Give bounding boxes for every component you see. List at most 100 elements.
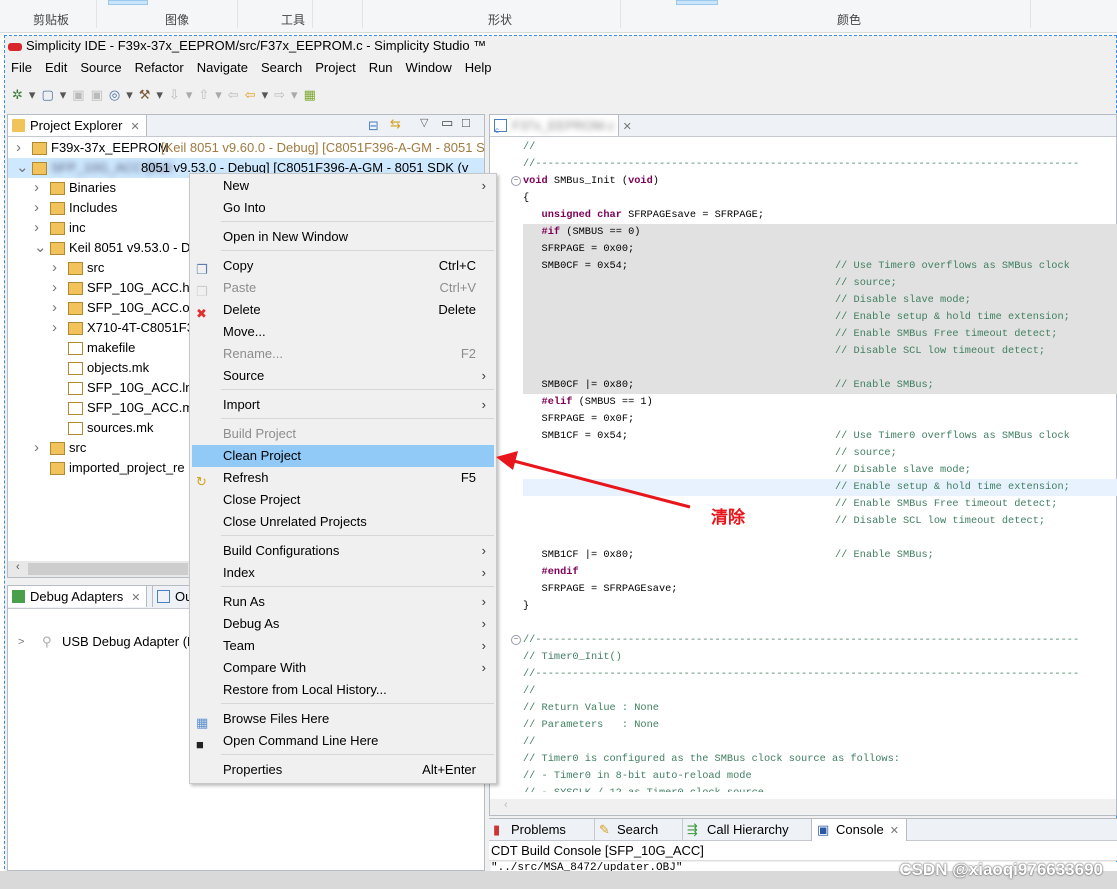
collapse-all-icon[interactable]: ⊟ — [368, 118, 379, 134]
tab-debug-adapters[interactable]: Debug Adapters ✕ — [7, 585, 148, 607]
menu-item-properties[interactable]: Properties Alt+Enter — [192, 759, 494, 781]
save-all-icon[interactable]: ▣ — [91, 87, 103, 103]
fold-toggle-icon[interactable]: − — [511, 176, 521, 186]
tab-call-hierarchy[interactable]: ⇶ Call Hierarchy — [682, 819, 811, 841]
code-line: // Timer0_Init() — [491, 649, 1117, 666]
menu-item-index[interactable]: Index › — [192, 562, 494, 584]
new-file-icon[interactable]: ▢ — [41, 87, 53, 103]
editor-horizontal-scrollbar[interactable]: ‹ — [490, 799, 1116, 815]
maximize-icon[interactable]: □ — [462, 115, 470, 130]
menu-item-restore-from-local-history[interactable]: Restore from Local History... — [192, 679, 494, 701]
menu-item-clean-project[interactable]: Clean Project — [192, 445, 494, 467]
expand-icon[interactable]: › — [52, 278, 64, 298]
dropdown-icon[interactable]: ▾ — [291, 87, 298, 103]
menu-item-close-project[interactable]: Close Project — [192, 489, 494, 511]
menu-item-open-command-line-here[interactable]: ■ Open Command Line Here — [192, 730, 494, 752]
tab-search[interactable]: ✎ Search — [594, 819, 682, 841]
collapse-icon[interactable]: ⌄ — [16, 158, 29, 178]
menu-project[interactable]: Project — [315, 60, 355, 75]
code-text: void SMBus_Init (void) — [523, 175, 659, 187]
menu-item-delete[interactable]: ✖ Delete Delete — [192, 299, 494, 321]
tab-editor-file[interactable]: c F37x_EEPROM.c ✕ — [489, 114, 632, 136]
tree-item[interactable]: › F39x-37x_EEPROM [Keil 8051 v9.60.0 - De… — [8, 138, 485, 158]
ribbon-color-swatch[interactable] — [676, 0, 718, 5]
menu-item-browse-files-here[interactable]: ▦ Browse Files Here — [192, 708, 494, 730]
minimize-icon[interactable]: ▭ — [441, 115, 453, 131]
close-icon[interactable]: ✕ — [131, 592, 140, 604]
expand-icon[interactable]: › — [34, 178, 46, 198]
link-editor-icon[interactable]: ⇆ — [390, 116, 401, 132]
menu-item-run-as[interactable]: Run As › — [192, 591, 494, 613]
expand-icon[interactable]: › — [52, 258, 64, 278]
menu-item-source[interactable]: Source › — [192, 365, 494, 387]
menu-file[interactable]: File — [11, 60, 32, 75]
close-icon[interactable]: ✕ — [623, 121, 632, 133]
menu-item-copy[interactable]: ❐ Copy Ctrl+C — [192, 255, 494, 277]
menu-edit[interactable]: Edit — [45, 60, 67, 75]
expand-icon[interactable]: › — [34, 218, 46, 238]
prev-annotation-icon[interactable]: ⇧ — [198, 87, 209, 103]
expand-icon[interactable]: > — [18, 632, 30, 652]
menu-item-move[interactable]: Move... — [192, 321, 494, 343]
expand-icon[interactable]: › — [52, 318, 64, 338]
code-text: { — [523, 192, 530, 204]
dropdown-icon[interactable]: ▾ — [29, 87, 36, 103]
menu-item-build-project[interactable]: Build Project — [192, 423, 494, 445]
ribbon-group-image: 图像 — [165, 13, 190, 27]
last-edit-icon[interactable]: ⇦ — [228, 87, 239, 103]
menu-item-paste[interactable]: ❐ Paste Ctrl+V — [192, 277, 494, 299]
menu-item-shortcut: Delete — [438, 302, 476, 317]
close-icon[interactable]: ✕ — [130, 121, 139, 133]
menu-refactor[interactable]: Refactor — [135, 60, 184, 75]
expand-icon[interactable]: › — [52, 298, 64, 318]
save-icon[interactable]: ▣ — [72, 87, 84, 103]
tab-project-explorer[interactable]: Project Explorer ✕ — [7, 114, 147, 136]
dropdown-icon[interactable]: ▾ — [126, 87, 133, 103]
collapse-icon[interactable]: ⌄ — [34, 238, 47, 258]
menu-item-debug-as[interactable]: Debug As › — [192, 613, 494, 635]
menu-item-new[interactable]: New › — [192, 175, 494, 197]
flash-programmer-icon[interactable]: ▦ — [304, 87, 316, 103]
dropdown-icon[interactable]: ▾ — [215, 87, 222, 103]
menu-item-team[interactable]: Team › — [192, 635, 494, 657]
menu-item-rename[interactable]: Rename... F2 — [192, 343, 494, 365]
code-text: // - SYSCLK / 12 as Timer0 clock source — [523, 785, 764, 792]
scroll-left-icon[interactable]: ‹ — [504, 799, 508, 811]
fold-toggle-icon[interactable]: − — [511, 635, 521, 645]
menu-item-go-into[interactable]: Go Into — [192, 197, 494, 219]
menu-source[interactable]: Source — [80, 60, 121, 75]
code-text: #endif — [541, 566, 579, 578]
menu-item-refresh[interactable]: ↻ Refresh F5 — [192, 467, 494, 489]
expand-icon[interactable]: › — [34, 198, 46, 218]
build-target-icon[interactable]: ◎ — [109, 87, 120, 103]
expand-icon[interactable]: › — [34, 438, 46, 458]
menu-run[interactable]: Run — [369, 60, 393, 75]
expand-icon[interactable]: › — [16, 138, 28, 158]
menu-help[interactable]: Help — [465, 60, 492, 75]
menu-item-build-configurations[interactable]: Build Configurations › — [192, 540, 494, 562]
menu-item-close-unrelated-projects[interactable]: Close Unrelated Projects — [192, 511, 494, 533]
forward-icon[interactable]: ⇨ — [274, 87, 285, 103]
menu-item-import[interactable]: Import › — [192, 394, 494, 416]
dropdown-icon[interactable]: ▾ — [156, 87, 163, 103]
back-icon[interactable]: ⇦ — [245, 87, 256, 103]
menu-item-compare-with[interactable]: Compare With › — [192, 657, 494, 679]
tab-console[interactable]: ▣ Console ✕ — [811, 818, 907, 842]
view-menu-icon[interactable]: ▽ — [420, 116, 428, 129]
menu-search[interactable]: Search — [261, 60, 302, 75]
menu-item-open-in-new-window[interactable]: Open in New Window — [192, 226, 494, 248]
ribbon-selected-tool[interactable] — [108, 0, 148, 5]
dropdown-icon[interactable]: ▾ — [262, 87, 269, 103]
scroll-left-icon[interactable]: ‹ — [16, 561, 20, 573]
close-icon[interactable]: ✕ — [890, 825, 899, 837]
dropdown-icon[interactable]: ▾ — [60, 87, 67, 103]
tab-problems[interactable]: ▮ Problems — [489, 819, 593, 841]
menu-window[interactable]: Window — [406, 60, 452, 75]
debug-bug-icon[interactable]: ✲ — [12, 87, 23, 103]
menu-separator — [221, 221, 494, 222]
code-line: // Disable SCL low timeout detect; — [523, 343, 1117, 360]
dropdown-icon[interactable]: ▾ — [186, 87, 193, 103]
hammer-build-icon[interactable]: ⚒ — [139, 87, 151, 103]
menu-navigate[interactable]: Navigate — [197, 60, 248, 75]
next-annotation-icon[interactable]: ⇩ — [169, 87, 180, 103]
